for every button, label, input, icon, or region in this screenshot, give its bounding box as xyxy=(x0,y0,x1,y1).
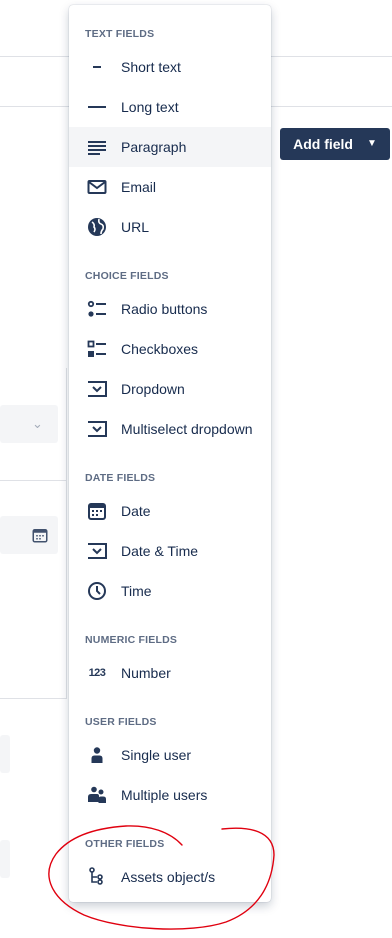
checkboxes-icon xyxy=(85,337,109,361)
menu-item-label: Paragraph xyxy=(121,139,187,155)
menu-item-label: Number xyxy=(121,665,171,681)
menu-item-multiple-users[interactable]: Multiple users xyxy=(69,775,271,815)
section-header-other-fields: OTHER FIELDS xyxy=(85,838,165,850)
section-header-user-fields: USER FIELDS xyxy=(85,716,157,728)
globe-icon xyxy=(85,215,109,239)
add-field-label: Add field xyxy=(293,136,353,152)
section-header-choice-fields: CHOICE FIELDS xyxy=(85,270,169,282)
menu-item-label: Single user xyxy=(121,747,192,763)
menu-item-short-text[interactable]: Short text xyxy=(69,47,271,87)
menu-item-dropdown[interactable]: Dropdown xyxy=(69,369,271,409)
dropdown-icon xyxy=(85,377,109,401)
menu-item-label: Long text xyxy=(121,99,179,115)
section-header-numeric-fields: NUMERIC FIELDS xyxy=(85,634,178,646)
chevron-down-icon: ⌄ xyxy=(32,416,43,431)
menu-item-number[interactable]: 123 Number xyxy=(69,653,271,693)
menu-item-paragraph[interactable]: Paragraph xyxy=(69,127,271,167)
multiple-users-icon xyxy=(85,783,109,807)
menu-item-label: Email xyxy=(121,179,157,195)
section-header-date-fields: DATE FIELDS xyxy=(85,472,156,484)
number-icon: 123 xyxy=(85,661,109,685)
chevron-down-icon: ▼ xyxy=(366,137,377,149)
menu-item-label: URL xyxy=(121,219,150,235)
section-header-text-fields: TEXT FIELDS xyxy=(85,28,155,40)
menu-item-label: Date & Time xyxy=(121,543,199,559)
calendar-icon xyxy=(85,499,109,523)
menu-item-long-text[interactable]: Long text xyxy=(69,87,271,127)
select-field-preview[interactable] xyxy=(0,405,58,443)
field-type-menu: TEXT FIELDS Short text Long text Paragra… xyxy=(69,5,271,902)
clock-icon xyxy=(85,579,109,603)
menu-item-single-user[interactable]: Single user xyxy=(69,735,271,775)
form-divider xyxy=(0,480,66,481)
menu-item-time[interactable]: Time xyxy=(69,571,271,611)
field-preview[interactable] xyxy=(0,840,10,878)
menu-item-assets-object[interactable]: Assets object/s xyxy=(69,857,271,897)
date-field-preview[interactable] xyxy=(0,516,58,554)
radio-buttons-icon xyxy=(85,297,109,321)
menu-item-date[interactable]: Date xyxy=(69,491,271,531)
menu-item-label: Dropdown xyxy=(121,381,185,397)
menu-item-label: Multiselect dropdown xyxy=(121,421,253,437)
calendar-icon xyxy=(32,529,48,543)
email-icon xyxy=(85,175,109,199)
menu-item-label: Short text xyxy=(121,59,181,75)
long-text-icon xyxy=(85,95,109,119)
menu-item-multiselect-dropdown[interactable]: Multiselect dropdown xyxy=(69,409,271,449)
menu-item-label: Checkboxes xyxy=(121,341,199,357)
menu-item-label: Assets object/s xyxy=(121,869,216,885)
short-text-icon xyxy=(85,55,109,79)
menu-item-checkboxes[interactable]: Checkboxes xyxy=(69,329,271,369)
multiselect-dropdown-icon xyxy=(85,417,109,441)
menu-item-url[interactable]: URL xyxy=(69,207,271,247)
assets-object-icon xyxy=(85,865,109,889)
field-preview[interactable] xyxy=(0,735,10,773)
menu-item-label: Multiple users xyxy=(121,787,208,803)
paragraph-icon xyxy=(85,135,109,159)
menu-item-label: Time xyxy=(121,583,152,599)
menu-item-label: Date xyxy=(121,503,151,519)
add-field-button[interactable]: Add field ▼ xyxy=(280,128,390,160)
menu-item-radio-buttons[interactable]: Radio buttons xyxy=(69,289,271,329)
menu-item-label: Radio buttons xyxy=(121,301,208,317)
number-icon-glyph: 123 xyxy=(88,667,106,679)
menu-item-date-time[interactable]: Date & Time xyxy=(69,531,271,571)
single-user-icon xyxy=(85,743,109,767)
menu-item-email[interactable]: Email xyxy=(69,167,271,207)
date-time-icon xyxy=(85,539,109,563)
